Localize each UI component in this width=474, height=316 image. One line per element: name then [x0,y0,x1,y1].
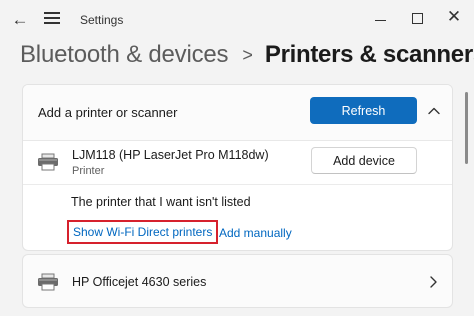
show-wifi-direct-printers-link[interactable]: Show Wi-Fi Direct printers [67,220,219,244]
found-printer-type: Printer [72,165,105,177]
refresh-button[interactable]: Refresh [310,97,417,124]
breadcrumb-separator: > [242,44,253,65]
back-arrow-icon[interactable]: ← [10,10,30,30]
installed-printer-card[interactable]: HP Officejet 4630 series [22,254,453,308]
add-printer-panel: Add a printer or scanner Refresh LJM118 … [22,84,453,251]
page-title: Printers & scanners [264,41,474,68]
close-icon[interactable]: ✕ [442,6,466,28]
add-manually-link[interactable]: Add manually [219,226,292,240]
minimize-icon[interactable] [370,10,392,30]
found-printer-row: LJM118 (HP LaserJet Pro M118dw) Printer … [23,141,452,185]
breadcrumb-parent[interactable]: Bluetooth & devices [20,41,229,69]
app-title: Settings [80,13,124,27]
chevron-up-icon[interactable] [426,103,442,119]
installed-printer-name: HP Officejet 4630 series [72,275,207,289]
hamburger-menu-icon[interactable] [44,12,60,26]
title-bar: ← Settings ✕ [0,0,474,40]
maximize-icon[interactable] [406,9,428,29]
add-printer-label: Add a printer or scanner [38,105,178,120]
printer-icon [38,273,58,291]
chevron-right-icon [430,276,437,288]
add-device-button[interactable]: Add device [311,147,417,174]
scrollbar[interactable] [465,92,468,164]
found-printer-name: LJM118 (HP LaserJet Pro M118dw) [72,148,269,162]
add-printer-header[interactable]: Add a printer or scanner Refresh [23,85,452,141]
breadcrumb: Bluetooth & devices > Printers & scanner… [20,38,474,72]
settings-window: ← Settings ✕ Bluetooth & devices > Print… [0,0,474,316]
printer-icon [38,153,58,171]
not-listed-text: The printer that I want isn't listed [71,195,251,209]
